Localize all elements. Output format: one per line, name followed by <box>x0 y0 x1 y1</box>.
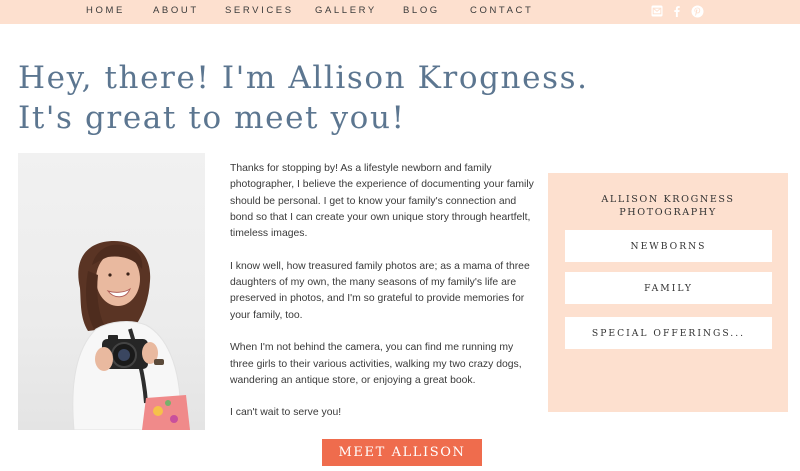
nav-home[interactable]: HOME <box>86 5 125 16</box>
nav-blog[interactable]: BLOG <box>403 5 440 16</box>
headline-line-2: It's great to meet you! <box>18 100 406 136</box>
bio-paragraph-4: I can't wait to serve you! <box>230 407 342 419</box>
family-button[interactable]: FAMILY <box>565 272 772 304</box>
bio-paragraph-1: Thanks for stopping by! As a lifestyle n… <box>230 163 534 240</box>
pinterest-icon[interactable] <box>690 4 704 18</box>
nav-contact[interactable]: CONTACT <box>470 5 533 16</box>
nav-about[interactable]: ABOUT <box>153 5 199 16</box>
bio-text: Thanks for stopping by! As a lifestyle n… <box>230 161 535 438</box>
nav-gallery[interactable]: GALLERY <box>315 5 377 16</box>
panel-title: ALLISON KROGNESS PHOTOGRAPHY <box>548 193 788 219</box>
page-headline: Hey, there! I'm Allison Krogness. It's g… <box>18 58 589 138</box>
newborns-button[interactable]: NEWBORNS <box>565 230 772 262</box>
panel-title-line-1: ALLISON KROGNESS <box>601 194 735 205</box>
panel-title-line-2: PHOTOGRAPHY <box>619 207 717 218</box>
bio-paragraph-3: When I'm not behind the camera, you can … <box>230 342 522 386</box>
meet-allison-button[interactable]: MEET ALLISON <box>322 439 482 466</box>
nav-services[interactable]: SERVICES <box>225 5 294 16</box>
facebook-icon[interactable] <box>670 4 684 18</box>
services-panel: ALLISON KROGNESS PHOTOGRAPHY NEWBORNS FA… <box>548 173 788 412</box>
bio-paragraph-2: I know well, how treasured family photos… <box>230 260 530 321</box>
email-icon[interactable] <box>650 4 664 18</box>
portrait-photo <box>18 153 205 430</box>
headline-line-1: Hey, there! I'm Allison Krogness. <box>18 60 589 96</box>
special-offerings-button[interactable]: SPECIAL OFFERINGS... <box>565 317 772 349</box>
top-nav-bar: HOME ABOUT SERVICES GALLERY BLOG CONTACT <box>0 0 800 24</box>
